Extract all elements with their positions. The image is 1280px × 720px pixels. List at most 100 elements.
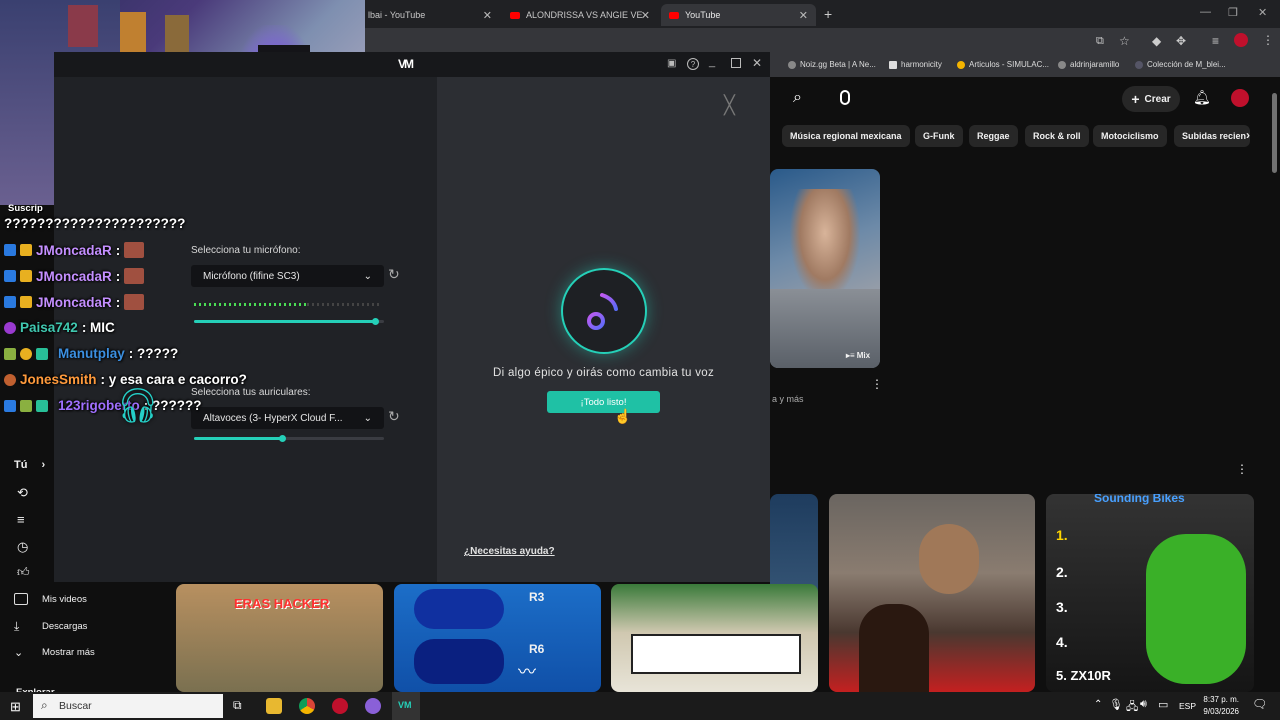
search-icon[interactable]: ⌕: [793, 89, 802, 107]
sidebar-item-my-videos[interactable]: Mis videos: [14, 593, 87, 605]
battery-icon[interactable]: ▭: [1158, 698, 1168, 711]
chip-filter[interactable]: Subidas recien: [1174, 125, 1250, 147]
chip-filter[interactable]: Rock & roll: [1025, 125, 1089, 147]
bookmark-icon: [889, 60, 897, 69]
close-icon[interactable]: ╳: [724, 95, 735, 116]
bell-icon[interactable]: 🔔︎: [1193, 89, 1211, 106]
install-icon[interactable]: ⧉: [1096, 35, 1104, 48]
video-thumbnail[interactable]: ▸≡ Mix: [770, 169, 880, 368]
minimize-icon[interactable]: —: [1200, 6, 1211, 18]
chip-filter[interactable]: Motociclismo: [1093, 125, 1167, 147]
close-icon[interactable]: ✕: [641, 9, 650, 22]
history-icon[interactable]: ⟲: [17, 485, 28, 501]
bookmark-item[interactable]: Articulos - SIMULAC...: [957, 60, 1049, 69]
create-button[interactable]: + Crear: [1122, 86, 1180, 112]
restore-icon[interactable]: ❐: [1228, 6, 1238, 19]
scrollbar-thumb[interactable]: [1272, 93, 1277, 173]
puzzle-icon[interactable]: ✥: [1176, 34, 1186, 48]
media-icon[interactable]: ≡: [1212, 34, 1219, 48]
chip-label: Rock & roll: [1033, 131, 1081, 141]
chat-message: 123rigoberto : ??????: [4, 398, 202, 413]
close-window-icon[interactable]: ✕: [1258, 6, 1267, 19]
volume-icon[interactable]: 🔊︎: [1140, 698, 1147, 711]
emote-icon: [124, 294, 145, 310]
clock-time[interactable]: 8:37 p. m.: [1203, 695, 1239, 704]
app-icon[interactable]: [365, 698, 381, 714]
mic-tray-icon[interactable]: 🎙︎: [1109, 698, 1123, 711]
clock-icon[interactable]: ◷: [17, 539, 28, 555]
refresh-icon[interactable]: ↻: [388, 408, 400, 425]
headphones-volume-slider[interactable]: [194, 435, 384, 442]
browser-tab[interactable]: ALONDRISSA VS ANGIE VELASC ✕: [502, 4, 658, 26]
taskbar-search[interactable]: ⌕ Buscar: [33, 694, 223, 718]
sidebar-item-you[interactable]: Tú ›: [14, 459, 45, 471]
help-link[interactable]: ¿Necesitas ayuda?: [464, 546, 555, 557]
browser-tab[interactable]: lbai - YouTube ✕: [360, 4, 500, 26]
new-tab-button[interactable]: +: [824, 6, 832, 22]
bookmark-item[interactable]: Colección de M_blei...: [1135, 60, 1226, 69]
video-thumbnail[interactable]: R3 R6 〰: [394, 584, 601, 692]
refresh-icon[interactable]: ↻: [388, 266, 400, 283]
chip-filter[interactable]: Música regional mexicana: [782, 125, 910, 147]
chip-label: Música regional mexicana: [790, 131, 902, 141]
close-icon[interactable]: ✕: [799, 9, 808, 22]
more-options-icon[interactable]: ⋮: [871, 377, 883, 391]
chip-filter[interactable]: G-Funk: [915, 125, 963, 147]
mic-level-meter: [194, 303, 382, 306]
file-explorer-icon[interactable]: [266, 698, 282, 714]
minimize-icon[interactable]: _: [709, 56, 715, 68]
close-icon[interactable]: ✕: [483, 9, 492, 22]
badge-icon: [20, 347, 32, 360]
chip-filter[interactable]: Reggae: [969, 125, 1018, 147]
mic-icon[interactable]: [840, 90, 850, 105]
chrome-icon[interactable]: [299, 698, 315, 714]
star-icon[interactable]: ☆: [1119, 34, 1130, 48]
extension-icon[interactable]: ◆: [1152, 34, 1161, 48]
maximize-icon[interactable]: [731, 58, 741, 68]
like-icon[interactable]: 👍︎: [17, 565, 30, 580]
avatar[interactable]: [1231, 89, 1249, 107]
sidebar-item-downloads[interactable]: ⤓ Descargas: [14, 619, 87, 634]
video-thumbnail[interactable]: [611, 584, 818, 692]
more-options-icon[interactable]: ⋮: [1236, 462, 1248, 476]
rank-number: 4.: [1056, 634, 1068, 650]
task-view-icon[interactable]: ⧉: [233, 698, 242, 713]
mic-volume-slider[interactable]: [194, 318, 384, 325]
voicemod-window: VM ▣ ? _ ✕ Selecciona tu micrófono: Micr…: [54, 52, 770, 582]
mix-badge: ▸≡ Mix: [846, 351, 870, 360]
playlist-icon[interactable]: ≡: [17, 512, 25, 527]
chat-text: : y esa cara e cacorro?: [100, 372, 247, 387]
close-icon[interactable]: ✕: [752, 56, 762, 70]
clock-date[interactable]: 9/03/2026: [1203, 707, 1239, 716]
motorcycle-image: [1146, 534, 1246, 684]
chevron-up-icon[interactable]: ⌃: [1094, 699, 1102, 710]
profile-avatar[interactable]: [1234, 33, 1248, 47]
bookmark-item[interactable]: aldrinjaramillo: [1058, 60, 1119, 69]
app-icon[interactable]: [332, 698, 348, 714]
help-icon[interactable]: ?: [687, 58, 699, 70]
chevron-right-icon: ›: [41, 459, 46, 471]
chevron-right-icon[interactable]: ›: [1246, 128, 1250, 142]
youtube-icon: [510, 11, 520, 19]
bookmark-item[interactable]: harmonicity: [889, 60, 942, 69]
windows-start-icon[interactable]: ⊞: [10, 699, 21, 715]
mic-select[interactable]: Micrófono (fifine SC3) ⌄: [191, 265, 384, 287]
browser-tab-active[interactable]: YouTube ✕: [661, 4, 816, 26]
video-thumbnail[interactable]: ERAS HACKER: [176, 584, 383, 692]
notifications-icon[interactable]: 🗨︎: [1252, 697, 1267, 711]
network-icon[interactable]: 🖧︎: [1126, 698, 1138, 717]
slider-knob[interactable]: [372, 318, 379, 325]
language-indicator[interactable]: ESP: [1179, 701, 1196, 711]
headphones-select[interactable]: Altavoces (3- HyperX Cloud F... ⌄: [191, 407, 384, 429]
sidebar-item-show-more[interactable]: ⌄ Mostrar más: [14, 646, 95, 659]
slider-knob[interactable]: [279, 435, 286, 442]
ready-button[interactable]: ¡Todo listo!: [547, 391, 660, 413]
menu-icon[interactable]: ⋮: [1262, 33, 1274, 47]
tray-icon[interactable]: ▣: [667, 58, 676, 69]
badge-icon: [36, 399, 48, 412]
tab-title: ALONDRISSA VS ANGIE VELASC: [526, 10, 642, 20]
video-thumbnail[interactable]: [829, 494, 1035, 692]
video-thumbnail[interactable]: Sounding Bikes 1. 2. 3. 4. 5. ZX10R: [1046, 494, 1254, 692]
emote-icon: [124, 242, 145, 258]
bookmark-item[interactable]: Noiz.gg Beta | A Ne...: [788, 60, 876, 69]
